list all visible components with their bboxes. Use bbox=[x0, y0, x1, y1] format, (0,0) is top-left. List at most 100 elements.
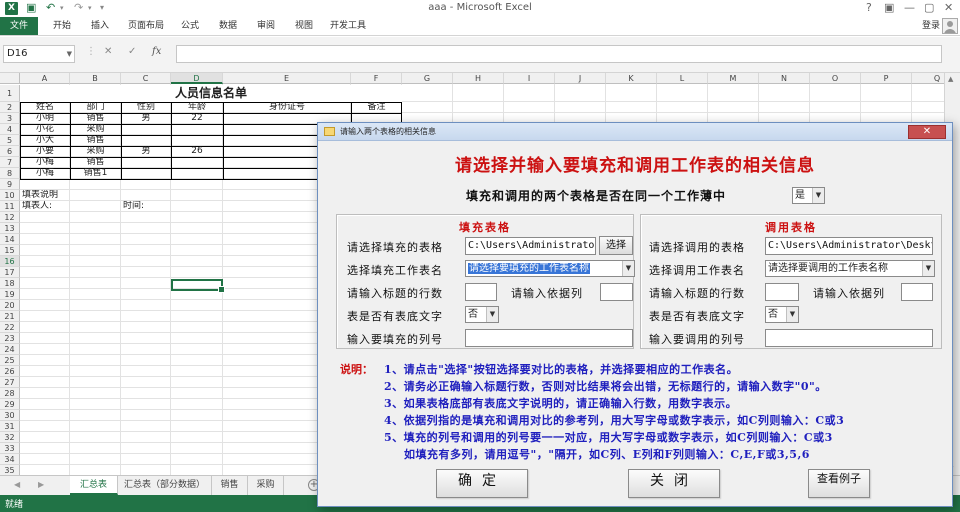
row-header-17[interactable]: 17 bbox=[0, 267, 20, 278]
column-header-h[interactable]: H bbox=[453, 73, 504, 84]
tab-file[interactable]: 文件 bbox=[0, 17, 38, 35]
column-header-d[interactable]: D bbox=[171, 73, 223, 84]
column-header-b[interactable]: B bbox=[70, 73, 121, 84]
dropdown-arrow-icon[interactable]: ▼ bbox=[922, 261, 934, 276]
table-cell[interactable]: 男 bbox=[121, 113, 171, 124]
close-window-icon[interactable]: ✕ bbox=[944, 1, 953, 15]
table-cell[interactable]: 26 bbox=[171, 146, 223, 157]
header-cell-remark[interactable]: 备注 bbox=[351, 102, 402, 113]
header-cell-id[interactable]: 身份证号 bbox=[223, 102, 351, 113]
row-header-18[interactable]: 18 bbox=[0, 278, 20, 289]
row-header-3[interactable]: 3 bbox=[0, 113, 20, 124]
call-footer-select[interactable]: 否 ▼ bbox=[765, 306, 799, 323]
row-header-10[interactable]: 10 bbox=[0, 190, 20, 201]
call-path-field[interactable]: C:\Users\Administrator\Deskto bbox=[765, 237, 933, 255]
tab-page-layout[interactable]: 页面布局 bbox=[124, 17, 168, 35]
name-box-dropdown-icon[interactable]: ▼ bbox=[67, 46, 72, 62]
tab-view[interactable]: 视图 bbox=[288, 17, 320, 35]
table-cell[interactable]: 小梅 bbox=[20, 157, 70, 168]
header-cell-age[interactable]: 年龄 bbox=[171, 102, 223, 113]
fill-footer-select[interactable]: 否 ▼ bbox=[465, 306, 499, 323]
footer-note-cell[interactable]: 填表说明 bbox=[20, 190, 120, 201]
row-header-34[interactable]: 34 bbox=[0, 454, 20, 465]
view-example-button[interactable]: 查看例子 bbox=[808, 469, 870, 498]
row-header-4[interactable]: 4 bbox=[0, 124, 20, 135]
row-header-5[interactable]: 5 bbox=[0, 135, 20, 146]
row-header-29[interactable]: 29 bbox=[0, 399, 20, 410]
tab-home[interactable]: 开始 bbox=[46, 17, 78, 35]
row-header-30[interactable]: 30 bbox=[0, 410, 20, 421]
table-cell[interactable]: 小要 bbox=[20, 146, 70, 157]
row-header-13[interactable]: 13 bbox=[0, 223, 20, 234]
row-header-20[interactable]: 20 bbox=[0, 300, 20, 311]
sheet-tab-summary[interactable]: 汇总表 bbox=[70, 476, 118, 495]
table-cell[interactable]: 小花 bbox=[20, 124, 70, 135]
row-header-15[interactable]: 15 bbox=[0, 245, 20, 256]
prev-sheet-icon[interactable]: ◀ bbox=[14, 480, 20, 489]
row-header-25[interactable]: 25 bbox=[0, 355, 20, 366]
row-header-28[interactable]: 28 bbox=[0, 388, 20, 399]
dropdown-arrow-icon[interactable]: ▼ bbox=[486, 307, 498, 322]
sheet-tab-summary-partial[interactable]: 汇总表（部分数据） bbox=[118, 476, 212, 495]
row-header-35[interactable]: 35 bbox=[0, 465, 20, 475]
call-key-col-input[interactable] bbox=[901, 283, 933, 301]
select-all-corner[interactable] bbox=[0, 73, 20, 84]
table-cell[interactable]: 采购 bbox=[70, 146, 121, 157]
ok-button[interactable]: 确定 bbox=[436, 469, 528, 498]
column-header-k[interactable]: K bbox=[606, 73, 657, 84]
scroll-up-icon[interactable]: ▲ bbox=[948, 75, 953, 83]
row-header-9[interactable]: 9 bbox=[0, 179, 20, 190]
dialog-title-bar[interactable]: 请输入两个表格的相关信息 ✕ bbox=[318, 123, 952, 141]
close-button[interactable]: 关闭 bbox=[628, 469, 720, 498]
row-header-19[interactable]: 19 bbox=[0, 289, 20, 300]
tab-developer[interactable]: 开发工具 bbox=[326, 17, 370, 35]
row-header-14[interactable]: 14 bbox=[0, 234, 20, 245]
row-header-11[interactable]: 11 bbox=[0, 201, 20, 212]
fill-sheet-select[interactable]: 请选择要填充的工作表名称 ▼ bbox=[465, 260, 635, 277]
active-cell-d16[interactable] bbox=[171, 279, 225, 293]
row-header-6[interactable]: 6 bbox=[0, 146, 20, 157]
ribbon-display-options-icon[interactable]: ▣ bbox=[884, 1, 894, 15]
column-header-p[interactable]: P bbox=[861, 73, 912, 84]
table-cell[interactable]: 采购 bbox=[70, 124, 121, 135]
column-header-o[interactable]: O bbox=[810, 73, 861, 84]
enter-icon[interactable]: ✓ bbox=[128, 46, 136, 57]
tab-insert[interactable]: 插入 bbox=[84, 17, 116, 35]
sheet-title[interactable]: 人员信息名单 bbox=[20, 85, 402, 102]
call-cols-input[interactable] bbox=[765, 329, 933, 347]
table-cell[interactable]: 销售1 bbox=[70, 168, 121, 179]
call-sheet-select[interactable]: 请选择要调用的工作表名称 ▼ bbox=[765, 260, 935, 277]
table-cell[interactable]: 小大 bbox=[20, 135, 70, 146]
column-header-f[interactable]: F bbox=[351, 73, 402, 84]
name-box[interactable]: D16 ▼ bbox=[3, 45, 75, 63]
formula-input[interactable] bbox=[176, 45, 942, 63]
table-cell[interactable]: 销售 bbox=[70, 113, 121, 124]
row-header-21[interactable]: 21 bbox=[0, 311, 20, 322]
row-header-2[interactable]: 2 bbox=[0, 102, 20, 113]
fill-path-field[interactable]: C:\Users\Administrator bbox=[465, 237, 596, 255]
sheet-tab-purchase[interactable]: 采购 bbox=[248, 476, 284, 495]
restore-icon[interactable]: ▢ bbox=[924, 1, 934, 15]
column-header-l[interactable]: L bbox=[657, 73, 708, 84]
table-cell[interactable]: 销售 bbox=[70, 157, 121, 168]
table-cell[interactable]: 销售 bbox=[70, 135, 121, 146]
fill-key-col-input[interactable] bbox=[600, 283, 633, 301]
insert-function-icon[interactable]: fx bbox=[152, 46, 161, 57]
sheet-tab-sales[interactable]: 销售 bbox=[212, 476, 248, 495]
help-icon[interactable]: ? bbox=[866, 1, 872, 15]
column-header-a[interactable]: A bbox=[20, 73, 70, 84]
header-cell-name[interactable]: 姓名 bbox=[20, 102, 70, 113]
call-title-rows-input[interactable] bbox=[765, 283, 799, 301]
header-cell-gender[interactable]: 性别 bbox=[121, 102, 171, 113]
row-header-16[interactable]: 16 bbox=[0, 256, 20, 267]
avatar[interactable] bbox=[942, 18, 958, 34]
row-header-31[interactable]: 31 bbox=[0, 421, 20, 432]
column-header-q[interactable]: Q bbox=[912, 73, 944, 84]
column-header-i[interactable]: I bbox=[504, 73, 555, 84]
fill-browse-button[interactable]: 选择 bbox=[599, 236, 633, 255]
column-header-g[interactable]: G bbox=[402, 73, 453, 84]
footer-time-cell[interactable]: 时间: bbox=[121, 201, 181, 212]
row-header-27[interactable]: 27 bbox=[0, 377, 20, 388]
minimize-icon[interactable]: — bbox=[904, 1, 915, 15]
row-header-1[interactable]: 1 bbox=[0, 85, 20, 102]
